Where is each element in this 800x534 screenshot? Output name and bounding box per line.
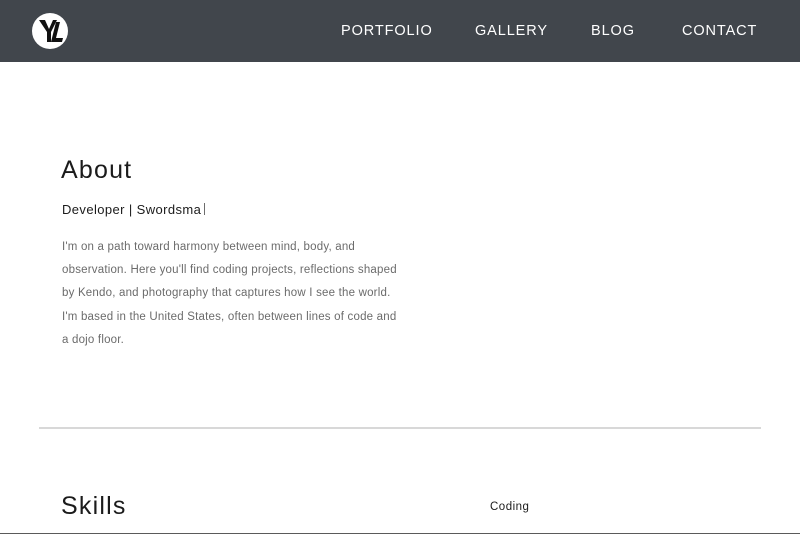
top-navbar: PORTFOLIO GALLERY BLOG CONTACT <box>0 0 800 62</box>
page: PORTFOLIO GALLERY BLOG CONTACT About Dev… <box>0 0 800 534</box>
about-line: I'm on a path toward harmony between min… <box>62 241 356 253</box>
skills-category-coding: Coding <box>490 501 530 513</box>
typing-cursor <box>204 203 206 215</box>
nav-link-portfolio[interactable]: PORTFOLIO <box>341 22 433 40</box>
section-divider <box>39 427 761 429</box>
nav-link-contact[interactable]: CONTACT <box>682 22 757 40</box>
nav-link-gallery[interactable]: GALLERY <box>475 22 548 40</box>
about-line: by Kendo, and photography that captures … <box>62 287 391 300</box>
typed-tagline-text: Developer | Swordsma <box>62 202 202 217</box>
skills-heading: Skills <box>61 492 127 520</box>
about-line: a dojo floor. <box>62 333 125 346</box>
about-line: I'm based in the United States, often be… <box>62 310 397 323</box>
typed-tagline: Developer | Swordsma <box>62 201 206 219</box>
site-logo[interactable] <box>32 13 68 49</box>
about-heading: About <box>61 156 133 184</box>
about-line: observation. Here you'll find coding pro… <box>62 264 397 277</box>
yl-logo-icon <box>39 20 63 42</box>
nav-link-blog[interactable]: BLOG <box>591 22 635 40</box>
about-description: I'm on a path toward harmony between min… <box>62 236 442 352</box>
